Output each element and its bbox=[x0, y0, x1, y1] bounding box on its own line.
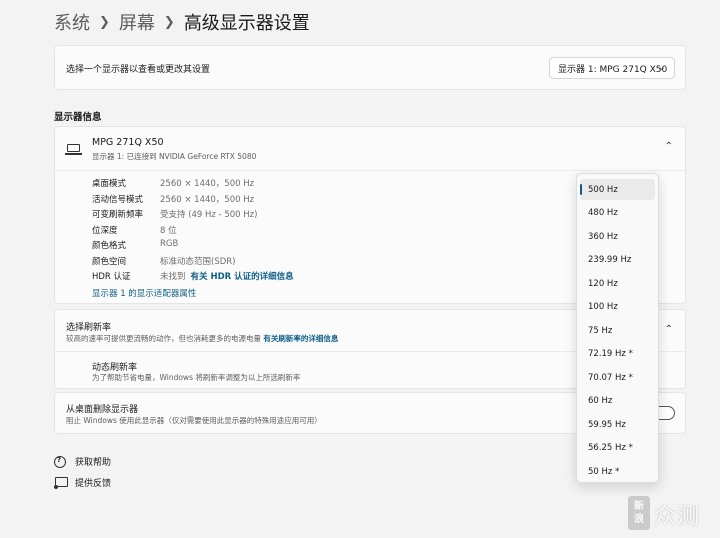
refresh-option[interactable]: 59.95 Hz bbox=[580, 414, 655, 435]
property-row: 可变刷新频率 受支持 (49 Hz - 500 Hz) bbox=[92, 208, 257, 223]
display-name: MPG 271Q X50 bbox=[92, 137, 164, 148]
refresh-option[interactable]: 70.07 Hz * bbox=[580, 367, 655, 388]
hdr-info-link[interactable]: 有关 HDR 认证的详细信息 bbox=[191, 270, 294, 285]
property-value: 2560 × 1440，500 Hz bbox=[160, 194, 255, 205]
adapter-properties-link[interactable]: 显示器 1 的显示适配器属性 bbox=[92, 287, 196, 299]
chevron-right-icon: ❯ bbox=[99, 14, 110, 30]
display-subtitle: 显示器 1: 已连接到 NVIDIA GeForce RTX 5080 bbox=[92, 152, 257, 161]
refresh-option[interactable]: 239.99 Hz bbox=[580, 250, 655, 271]
refresh-option[interactable]: 72.19 Hz * bbox=[580, 344, 655, 365]
monitor-icon bbox=[65, 144, 82, 155]
feedback-icon bbox=[54, 476, 68, 489]
property-value: 受支持 (49 Hz - 500 Hz) bbox=[160, 210, 258, 220]
chevron-up-icon[interactable]: ⌃ bbox=[665, 324, 673, 335]
feedback-label: 提供反馈 bbox=[75, 479, 112, 489]
remove-display-title: 从桌面删除显示器 bbox=[66, 405, 139, 415]
property-value: 8 位 bbox=[160, 225, 177, 236]
refresh-option[interactable]: 60 Hz bbox=[580, 391, 655, 412]
property-label: 活动信号模式 bbox=[92, 194, 144, 205]
get-help-label: 获取帮助 bbox=[75, 458, 112, 468]
watermark-badge-char: 新 bbox=[634, 501, 644, 512]
refresh-option[interactable]: 480 Hz bbox=[580, 203, 655, 224]
feedback-link[interactable]: 提供反馈 bbox=[54, 476, 111, 489]
chevron-down-icon: ⌄ bbox=[657, 62, 666, 73]
property-label: 位深度 bbox=[92, 225, 118, 236]
property-label: 颜色空间 bbox=[92, 256, 127, 267]
property-value: 未找到 bbox=[160, 272, 186, 282]
breadcrumb-display[interactable]: 屏幕 bbox=[119, 9, 155, 35]
breadcrumb: 系统 ❯ 屏幕 ❯ 高级显示器设置 bbox=[54, 9, 310, 35]
dynamic-refresh-description: 为了帮助节省电量，Windows 将刷新率调整为以上所选刷新率 bbox=[92, 373, 301, 382]
chevron-up-icon[interactable]: ⌃ bbox=[665, 141, 673, 152]
breadcrumb-system[interactable]: 系统 bbox=[54, 9, 90, 35]
display-select-value: 显示器 1: MPG 271Q X50 bbox=[558, 64, 668, 75]
property-value: RGB bbox=[160, 239, 179, 249]
display-select-card: 选择一个显示器以查看或更改其设置 显示器 1: MPG 271Q X50 ⌄ bbox=[54, 45, 686, 90]
refresh-rate-info-link[interactable]: 有关刷新率的详细信息 bbox=[263, 334, 338, 343]
watermark-badge-char: 浪 bbox=[634, 514, 644, 525]
display-select-label: 选择一个显示器以查看或更改其设置 bbox=[66, 65, 211, 75]
property-row: 桌面模式 2560 × 1440，500 Hz bbox=[92, 177, 254, 192]
property-value: 标准动态范围(SDR) bbox=[160, 256, 236, 267]
property-label: HDR 认证 bbox=[92, 272, 131, 282]
refresh-option[interactable]: 120 Hz bbox=[580, 273, 655, 294]
refresh-option[interactable]: 75 Hz bbox=[580, 320, 655, 341]
refresh-option[interactable]: 100 Hz bbox=[580, 297, 655, 318]
display-select-dropdown[interactable]: 显示器 1: MPG 271Q X50 ⌄ bbox=[549, 57, 675, 79]
refresh-option[interactable]: 50 Hz * bbox=[580, 461, 655, 482]
refresh-rate-dropdown: 500 Hz 480 Hz 360 Hz 239.99 Hz 120 Hz 10… bbox=[576, 173, 659, 483]
property-row: HDR 认证 未找到 有关 HDR 认证的详细信息 bbox=[92, 270, 294, 285]
refresh-rate-description: 较高的速率可提供更流畅的动作，但也消耗更多的电源电量 有关刷新率的详细信息 bbox=[66, 333, 338, 344]
property-label: 桌面模式 bbox=[92, 179, 127, 189]
refresh-option[interactable]: 360 Hz bbox=[580, 226, 655, 247]
refresh-option[interactable]: 56.25 Hz * bbox=[580, 438, 655, 459]
help-icon bbox=[54, 455, 67, 468]
refresh-rate-title: 选择刷新率 bbox=[66, 323, 112, 333]
page-title: 高级显示器设置 bbox=[183, 13, 310, 34]
refresh-option[interactable]: 500 Hz bbox=[580, 179, 655, 200]
refresh-rate-desc-text: 较高的速率可提供更流畅的动作，但也消耗更多的电源电量 bbox=[66, 334, 261, 343]
get-help-link[interactable]: 获取帮助 bbox=[54, 455, 111, 468]
section-title: 显示器信息 bbox=[54, 112, 102, 123]
remove-display-description: 阻止 Windows 使用此显示器（仅对需要使用此显示器的特殊用途应用可用） bbox=[66, 416, 322, 425]
property-value: 2560 × 1440，500 Hz bbox=[160, 179, 255, 189]
property-row: 活动信号模式 2560 × 1440，500 Hz bbox=[92, 193, 254, 208]
watermark-badge: 新 浪 bbox=[628, 496, 650, 530]
property-row: 位深度 8 位 bbox=[92, 224, 177, 239]
property-label: 颜色格式 bbox=[92, 241, 127, 251]
watermark-text: 众测 bbox=[654, 504, 701, 529]
property-row: 颜色空间 标准动态范围(SDR) bbox=[92, 255, 235, 270]
property-row: 颜色格式 RGB bbox=[92, 239, 178, 254]
watermark: 新 浪 众测 bbox=[628, 492, 714, 532]
property-label: 可变刷新频率 bbox=[92, 210, 144, 220]
display-info-header[interactable]: MPG 271Q X50 显示器 1: 已连接到 NVIDIA GeForce … bbox=[55, 127, 685, 171]
chevron-right-icon: ❯ bbox=[163, 14, 175, 30]
